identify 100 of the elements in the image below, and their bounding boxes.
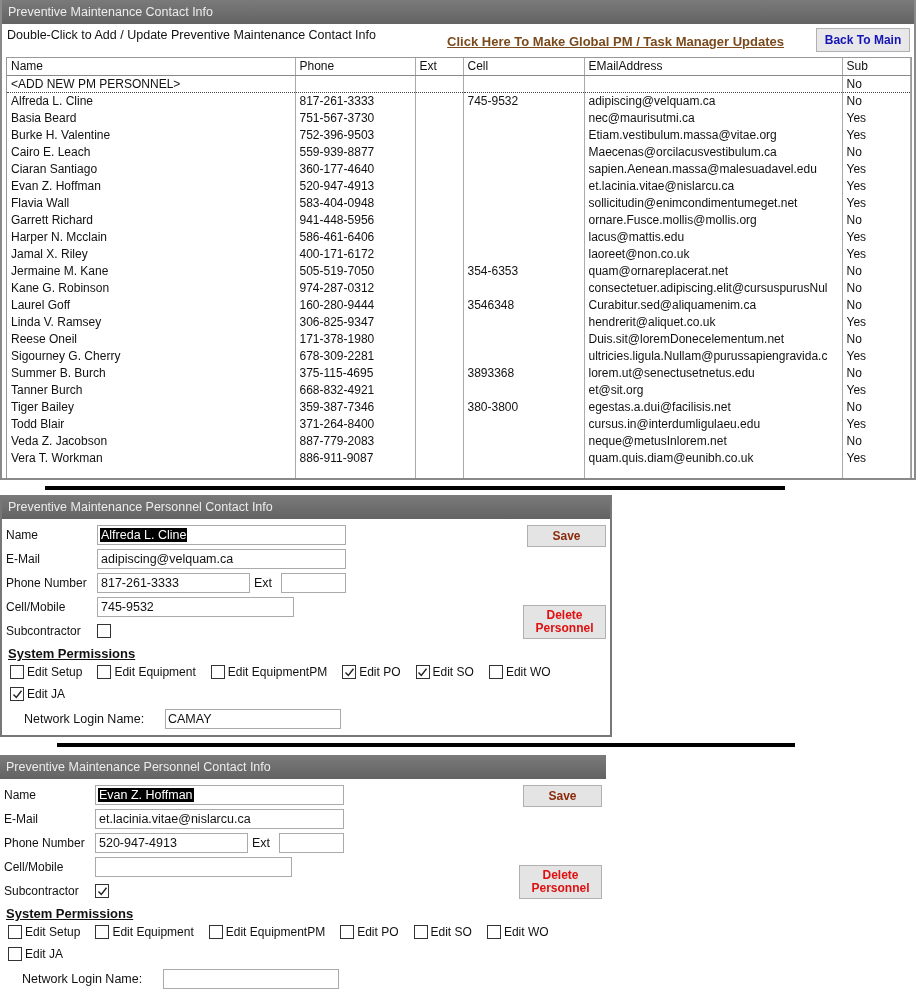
input-field[interactable]: 817-261-3333 [97, 573, 250, 593]
table-cell: 887-779-2083 [299, 433, 375, 448]
column-header[interactable]: Sub [842, 58, 911, 75]
table-cell: egestas.a.dui@facilisis.net [588, 399, 731, 414]
field-label: Subcontractor [6, 624, 82, 638]
table-cell: Yes [846, 314, 867, 329]
delete-button[interactable]: Delete Personnel [519, 865, 602, 899]
table-cell: 583-404-0948 [299, 195, 375, 210]
table-cell: 400-171-6172 [299, 246, 375, 261]
form-title: Preventive Maintenance Personnel Contact Info [0, 755, 606, 779]
field-label: Network Login Name: [24, 712, 146, 726]
table-cell: quam.quis.diam@eunibh.co.uk [588, 450, 754, 465]
table-cell: Yes [846, 161, 867, 176]
checkbox[interactable] [210, 665, 225, 679]
table-cell: Summer B. Burch [11, 365, 106, 380]
table-cell: Flavia Wall [11, 195, 70, 210]
table-cell: et.lacinia.vitae@nislarcu.ca [588, 178, 735, 193]
field-label: Cell/Mobile [4, 860, 65, 874]
input-field[interactable]: et.lacinia.vitae@nislarcu.ca [95, 809, 344, 829]
field-label: Name [6, 528, 39, 542]
checkbox[interactable] [97, 624, 111, 638]
table-cell: Reese Oneil [11, 331, 78, 346]
input-field[interactable]: Alfreda L. Cline [97, 525, 346, 545]
table-cell: Yes [846, 178, 867, 193]
checkbox[interactable] [10, 687, 24, 701]
save-button[interactable]: Save [527, 525, 606, 547]
checkbox[interactable] [488, 665, 503, 679]
input-field[interactable]: adipiscing@velquam.ca [97, 549, 346, 569]
checkbox-label: Edit WO [505, 665, 551, 679]
table-cell: Yes [846, 348, 867, 363]
field-label: Name [4, 788, 37, 802]
table-cell: No [846, 433, 862, 448]
table-cell: 752-396-9503 [299, 127, 375, 142]
back-button[interactable]: Back To Main [816, 28, 910, 52]
column-header[interactable]: Name [7, 58, 295, 75]
table-cell: sollicitudin@enimcondimentumeget.net [588, 195, 798, 210]
table-cell: neque@metusInlorem.net [588, 433, 727, 448]
global-update-link[interactable]: Click Here To Make Global PM / Task Manager Updates [447, 34, 784, 49]
checkbox-label: Edit EquipmentPM [227, 665, 328, 679]
table-cell: Burke H. Valentine [11, 127, 111, 142]
table-cell: 360-177-4640 [299, 161, 375, 176]
delete-button[interactable]: Delete Personnel [523, 605, 606, 639]
table-cell: No [846, 365, 862, 380]
checkbox[interactable] [342, 665, 357, 679]
input-field[interactable] [279, 833, 344, 853]
checkbox[interactable] [8, 925, 22, 939]
checkbox-label: Edit Equipment [112, 925, 194, 939]
checkbox[interactable] [486, 925, 501, 939]
input-field[interactable]: CAMAY [165, 709, 341, 729]
field-label: E-Mail [6, 552, 41, 566]
section-heading: System Permissions [6, 906, 135, 921]
checkbox[interactable] [95, 884, 109, 898]
table-cell: Laurel Goff [11, 297, 71, 312]
checkbox[interactable] [10, 665, 24, 679]
table-cell: 520-947-4913 [299, 178, 375, 193]
input-field[interactable] [163, 969, 339, 989]
checkbox[interactable] [340, 925, 355, 939]
input-field[interactable]: Evan Z. Hoffman [95, 785, 344, 805]
table-cell: 306-825-9347 [299, 314, 375, 329]
checkbox-label: Edit Equipment [114, 665, 196, 679]
input-field[interactable]: 520-947-4913 [95, 833, 248, 853]
instructions-text: Double-Click to Add / Update Preventive Maintenance Contact Info [7, 28, 376, 42]
checkbox[interactable] [413, 925, 428, 939]
input-field[interactable]: 745-9532 [97, 597, 294, 617]
table-cell: 3893368 [467, 365, 515, 380]
table-cell: No [846, 331, 862, 346]
table-cell: 941-448-5956 [299, 212, 375, 227]
table-cell: Jamal X. Riley [11, 246, 88, 261]
checkbox-label: Edit EquipmentPM [225, 925, 326, 939]
table-cell: Yes [846, 127, 867, 142]
field-label: Cell/Mobile [6, 600, 67, 614]
checkbox[interactable] [208, 925, 223, 939]
table-cell: 380-3800 [467, 399, 519, 414]
section-heading: System Permissions [8, 646, 137, 661]
column-header[interactable]: Cell [463, 58, 584, 75]
checkbox[interactable] [8, 947, 22, 961]
column-header[interactable]: Ext [415, 58, 463, 75]
input-field[interactable] [95, 857, 292, 877]
table-cell: 3546348 [467, 297, 515, 312]
table-cell: 886-911-9087 [299, 450, 374, 465]
column-header[interactable]: Phone [295, 58, 415, 75]
table-cell: et@sit.org [588, 382, 644, 397]
table-cell: Yes [846, 416, 867, 431]
table-cell: Evan Z. Hoffman [11, 178, 101, 193]
checkbox[interactable] [97, 665, 112, 679]
table-cell: 375-115-4695 [299, 365, 374, 380]
table-cell: quam@ornareplacerat.net [588, 263, 729, 278]
table-cell: Yes [846, 110, 867, 125]
checkbox[interactable] [415, 665, 430, 679]
table-cell: 559-939-8877 [299, 144, 375, 159]
table-cell: hendrerit@aliquet.co.uk [588, 314, 716, 329]
table-cell: Veda Z. Jacobson [11, 433, 108, 448]
checkbox[interactable] [95, 925, 110, 939]
save-button[interactable]: Save [523, 785, 602, 807]
table-cell: 586-461-6406 [299, 229, 375, 244]
table-cell: ornare.Fusce.mollis@mollis.org [588, 212, 757, 227]
checkbox-label: Edit Setup [25, 925, 81, 939]
table-cell: 817-261-3333 [299, 93, 375, 108]
column-header[interactable]: EMailAddress [584, 58, 842, 75]
input-field[interactable] [281, 573, 346, 593]
